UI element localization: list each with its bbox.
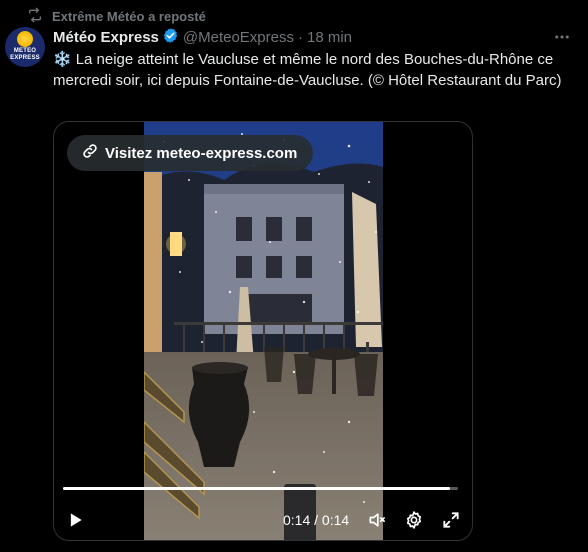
verified-badge-icon[interactable]: [159, 27, 179, 48]
video-frame[interactable]: [144, 122, 383, 540]
tweet-body: La neige atteint le Vaucluse et même le …: [53, 51, 562, 89]
avatar-text-2: EXPRESS: [10, 55, 40, 61]
visit-website-text: Visitez meteo-express.com: [105, 144, 298, 162]
avatar[interactable]: METEO EXPRESS: [5, 27, 45, 67]
time-current: 0:14: [283, 512, 311, 528]
avatar-text-1: METEO: [13, 48, 37, 54]
link-icon: [81, 142, 99, 164]
tweet[interactable]: Extrême Météo a reposté METEO EXPRESS Mé…: [0, 0, 588, 552]
video-controls: 0:14 / 0:14: [54, 504, 472, 534]
time-total: 0:14: [321, 512, 350, 528]
tweet-text: ❄️ La neige atteint le Vaucluse et même l…: [53, 49, 573, 91]
volume-icon[interactable]: [366, 509, 388, 531]
play-icon[interactable]: [64, 509, 86, 531]
video-player[interactable]: Visitez meteo-express.com 0:14 / 0:14: [53, 121, 473, 541]
repost-context[interactable]: Extrême Météo a reposté: [27, 6, 206, 26]
separator-dot: ·: [298, 28, 303, 46]
gear-icon[interactable]: [403, 509, 425, 531]
video-timecode: 0:14 / 0:14: [283, 512, 349, 528]
repost-icon: [27, 7, 43, 26]
author-handle[interactable]: @MeteoExpress: [183, 29, 294, 46]
sun-logo-icon: [17, 31, 33, 47]
author-name[interactable]: Météo Express: [53, 29, 159, 46]
tweet-header: Météo Express @MeteoExpress · 18 min: [53, 27, 578, 47]
repost-text: Extrême Météo a reposté: [52, 8, 206, 24]
video-progress-bar[interactable]: [63, 487, 458, 490]
timestamp[interactable]: 18 min: [307, 29, 352, 46]
snowflake-emoji: ❄️: [53, 51, 72, 68]
video-progress-fill: [63, 487, 451, 490]
fullscreen-icon[interactable]: [440, 509, 462, 531]
visit-website-link[interactable]: Visitez meteo-express.com: [67, 135, 314, 171]
time-separator: /: [314, 512, 319, 528]
more-horizontal-icon[interactable]: [550, 27, 574, 47]
